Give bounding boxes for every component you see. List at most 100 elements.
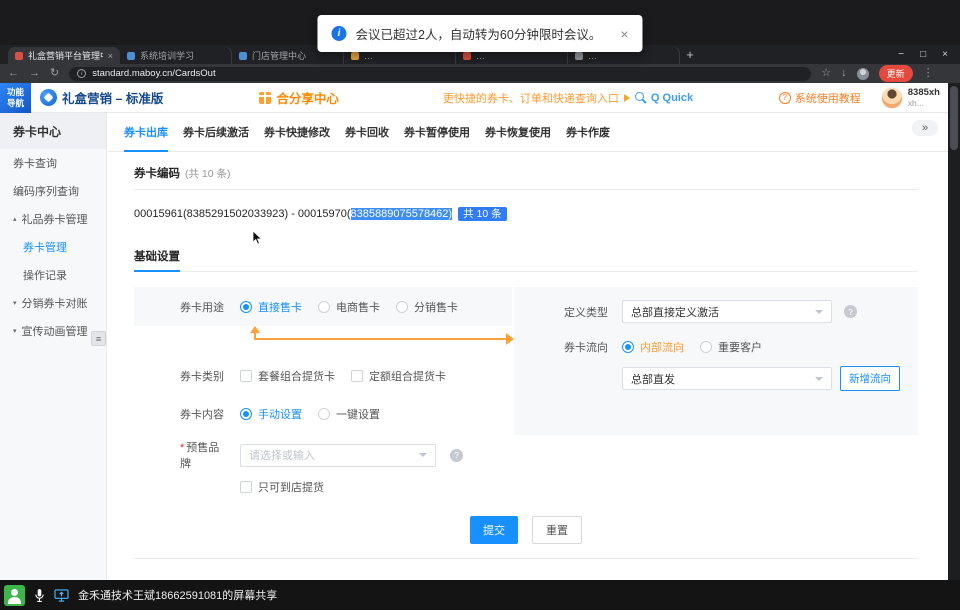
radio-distribution-sale[interactable]: 分销售卡 [396,299,458,315]
code-count-badge: 共 10 条 [458,207,507,221]
triangle-up-icon: ▴ [13,215,17,223]
browser-tab-training[interactable]: 系统培训学习 [120,47,232,64]
add-flow-button[interactable]: 新增流向 [840,366,900,391]
tab-favicon-icon [463,52,471,60]
help-icon[interactable]: ? [844,305,857,318]
user-name-sub: xh... [908,98,940,108]
checkbox-package-combo-card[interactable]: 套餐组合提货卡 [240,368,335,384]
info-icon: i [331,26,346,41]
radio-direct-sale[interactable]: 直接售卡 [240,299,302,315]
connector-arrow-up-icon [250,326,260,333]
select-value: 总部直发 [631,371,675,387]
tab-card-resume[interactable]: 券卡恢复使用 [485,113,551,151]
sidebar-item-label: 操作记录 [23,267,67,283]
option-label: 电商售卡 [336,299,380,315]
sidebar-item-operation-log[interactable]: 操作记录 [0,261,106,289]
tab-card-void[interactable]: 券卡作废 [566,113,610,151]
sidebar-item-label: 礼品券卡管理 [22,211,88,227]
checkbox-fixed-amount-combo-card[interactable]: 定额组合提货卡 [351,368,446,384]
tab-favicon-icon [351,52,359,60]
tab-card-recycle[interactable]: 券卡回收 [345,113,389,151]
tab-favicon-icon [127,52,135,60]
user-menu[interactable]: 8385xhxh... [881,87,940,109]
browser-update-button[interactable]: 更新 [879,65,913,82]
window-close-button[interactable]: × [942,49,948,60]
card-category-row: 券卡类别 套餐组合提货卡 定额组合提货卡 [134,368,446,384]
share-center-label: 合分享中心 [276,88,339,107]
sidebar-item-card-management[interactable]: 券卡管理 [0,233,106,261]
reload-icon[interactable]: ↻ [50,68,59,79]
select-placeholder: 请选择或输入 [249,447,315,463]
scrollbar[interactable] [948,83,960,580]
section-card-codes: 券卡编码 (共 10 条) [134,165,918,181]
tab-card-activate[interactable]: 券卡后续激活 [183,113,249,151]
window-minimize-button[interactable]: − [898,49,904,60]
define-flow-panel: 定义类型 总部直接定义激活 ? 券卡流向 内部流向 [514,287,918,435]
sidebar-group-distribution-reconciliation[interactable]: ▾ 分销券卡对账 [0,289,106,317]
site-info-icon[interactable]: i [77,69,86,78]
user-name: 8385xhxh... [908,87,940,109]
window-controls: − □ × [898,49,960,60]
new-tab-button[interactable]: + [680,47,700,62]
checkbox-icon [351,370,363,382]
sidebar-title: 券卡中心 [0,113,106,149]
brand: 礼盒营销 – 标准版 [40,88,163,107]
url-text: standard.maboy.cn/CardsOut [92,68,215,79]
checkbox-store-pickup-only[interactable]: 只可到店提货 [240,479,324,495]
reset-button[interactable]: 重置 [532,516,582,544]
radio-one-click-setting[interactable]: 一键设置 [318,406,380,422]
chevron-down-icon [815,377,823,381]
collapse-panel-button[interactable]: » [912,120,938,136]
checkbox-icon [240,370,252,382]
tab-card-quick-edit[interactable]: 券卡快捷修改 [264,113,330,151]
browser-profile-icon[interactable] [857,68,869,80]
sidebar-item-label: 券卡查询 [13,155,57,171]
radio-internal-flow[interactable]: 内部流向 [622,339,684,355]
page-body: 券卡中心 券卡查询 编码序列查询 ▴ 礼品券卡管理 券卡管理 操作记录 ▾ 分销… [0,113,948,580]
sidebar-group-gift-card-management[interactable]: ▴ 礼品券卡管理 [0,205,106,233]
field-label-presale-brand: *预售品牌 [180,439,230,471]
browser-tab-marketing[interactable]: 礼盒营销平台管理中心 × [8,47,120,64]
tab-card-pause[interactable]: 券卡暂停使用 [404,113,470,151]
radio-icon [318,301,330,313]
option-label: 手动设置 [258,406,302,422]
tab-label: … [588,51,673,61]
radio-important-customer[interactable]: 重要客户 [700,339,762,355]
back-icon[interactable]: ← [8,68,19,79]
quick-entry[interactable]: 更快捷的券卡、订单和快递查询入口 Q Quick [443,90,693,106]
tutorial-link[interactable]: ? 系统使用教程 [779,90,861,106]
tab-card-outbound[interactable]: 券卡出库 [124,113,168,151]
toast-close-icon[interactable]: × [620,26,628,42]
gift-icon [259,92,271,104]
sidebar-item-code-sequence-query[interactable]: 编码序列查询 [0,177,106,205]
tutorial-label: 系统使用教程 [795,90,861,106]
tab-close-icon[interactable]: × [108,51,113,61]
flow-select[interactable]: 总部直发 [622,367,832,390]
presale-brand-select[interactable]: 请选择或输入 [240,444,436,467]
kebab-menu-icon[interactable]: ⋮ [923,68,934,79]
share-center-link[interactable]: 合分享中心 [259,88,339,107]
bookmark-star-icon[interactable]: ☆ [821,68,831,79]
sidebar-item-card-query[interactable]: 券卡查询 [0,149,106,177]
brand-title: 礼盒营销 – 标准版 [62,88,163,107]
microphone-icon[interactable] [34,588,45,603]
option-label: 定额组合提货卡 [369,368,446,384]
download-icon[interactable]: ↓ [841,68,847,79]
scrollbar-thumb[interactable] [950,86,958,150]
radio-manual-setting[interactable]: 手动设置 [240,406,302,422]
address-bar[interactable]: i standard.maboy.cn/CardsOut [69,67,811,81]
forward-icon[interactable]: → [29,68,40,79]
radio-ecommerce-sale[interactable]: 电商售卡 [318,299,380,315]
radio-icon [622,341,634,353]
function-nav-button[interactable]: 功能 导航 [0,83,31,113]
screen-share-icon[interactable] [54,589,69,602]
sidebar-toggle-button[interactable]: ≡ [91,331,106,346]
window-maximize-button[interactable]: □ [920,49,926,60]
submit-button[interactable]: 提交 [470,516,518,544]
brand-logo-icon [40,89,57,106]
participant-avatar-icon [4,585,25,606]
card-code-range: 00015961(8385291502033923) - 00015970(83… [134,206,918,221]
pointer-icon [624,94,630,102]
help-icon[interactable]: ? [450,449,463,462]
define-type-select[interactable]: 总部直接定义激活 [622,300,832,323]
